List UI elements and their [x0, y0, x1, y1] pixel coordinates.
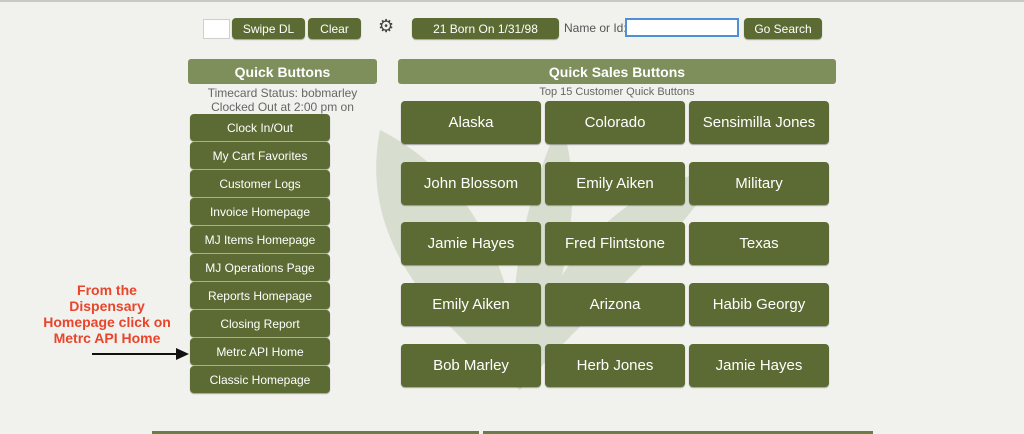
quick-sale-button[interactable]: Bob Marley	[401, 344, 541, 387]
timecard-status: Timecard Status: bobmarley	[207, 86, 358, 100]
my-cart-favorites-button[interactable]: My Cart Favorites	[190, 142, 330, 169]
name-or-id-label: Name or Id:	[564, 21, 627, 35]
closing-report-button[interactable]: Closing Report	[190, 310, 330, 337]
metrc-api-home-button[interactable]: Metrc API Home	[190, 338, 330, 365]
quick-sale-button[interactable]: Military	[689, 162, 829, 205]
reports-homepage-button[interactable]: Reports Homepage	[190, 282, 330, 309]
quick-buttons-header: Quick Buttons	[188, 59, 377, 84]
quick-sale-button[interactable]: Herb Jones	[545, 344, 685, 387]
annotation-line: Homepage click on	[43, 314, 171, 330]
clear-button[interactable]: Clear	[308, 18, 361, 39]
quick-sale-button[interactable]: Colorado	[545, 101, 685, 144]
customer-logs-button[interactable]: Customer Logs	[190, 170, 330, 197]
quick-sale-button[interactable]: Sensimilla Jones	[689, 101, 829, 144]
quick-sales-subtitle: Top 15 Customer Quick Buttons	[539, 86, 695, 98]
search-input[interactable]	[625, 18, 739, 37]
quick-sale-button[interactable]: Emily Aiken	[545, 162, 685, 205]
annotation-line: From the	[77, 282, 137, 298]
quick-sale-button[interactable]: Texas	[689, 222, 829, 265]
gear-icon[interactable]: ⚙	[378, 16, 394, 36]
quick-sales-header: Quick Sales Buttons	[398, 59, 836, 84]
quick-sale-button[interactable]: Jamie Hayes	[689, 344, 829, 387]
quick-sale-button[interactable]: Alaska	[401, 101, 541, 144]
top-border	[0, 0, 1024, 2]
mj-operations-page-button[interactable]: MJ Operations Page	[190, 254, 330, 281]
instruction-annotation: From the Dispensary Homepage click on Me…	[26, 282, 188, 346]
arrow-right-icon	[92, 348, 189, 360]
clock-in-out-button[interactable]: Clock In/Out	[190, 114, 330, 141]
license-scan-field[interactable]	[203, 19, 230, 39]
annotation-line: Dispensary	[69, 298, 145, 314]
quick-sale-button[interactable]: John Blossom	[401, 162, 541, 205]
classic-homepage-button[interactable]: Classic Homepage	[190, 366, 330, 393]
quick-sale-button[interactable]: Habib Georgy	[689, 283, 829, 326]
quick-sale-button[interactable]: Arizona	[545, 283, 685, 326]
invoice-homepage-button[interactable]: Invoice Homepage	[190, 198, 330, 225]
swipe-dl-button[interactable]: Swipe DL	[232, 18, 305, 39]
age-check-button[interactable]: 21 Born On 1/31/98	[412, 18, 559, 39]
quick-sale-button[interactable]: Fred Flintstone	[545, 222, 685, 265]
mj-items-homepage-button[interactable]: MJ Items Homepage	[190, 226, 330, 253]
go-search-button[interactable]: Go Search	[744, 18, 822, 39]
quick-sale-button[interactable]: Emily Aiken	[401, 283, 541, 326]
quick-sale-button[interactable]: Jamie Hayes	[401, 222, 541, 265]
